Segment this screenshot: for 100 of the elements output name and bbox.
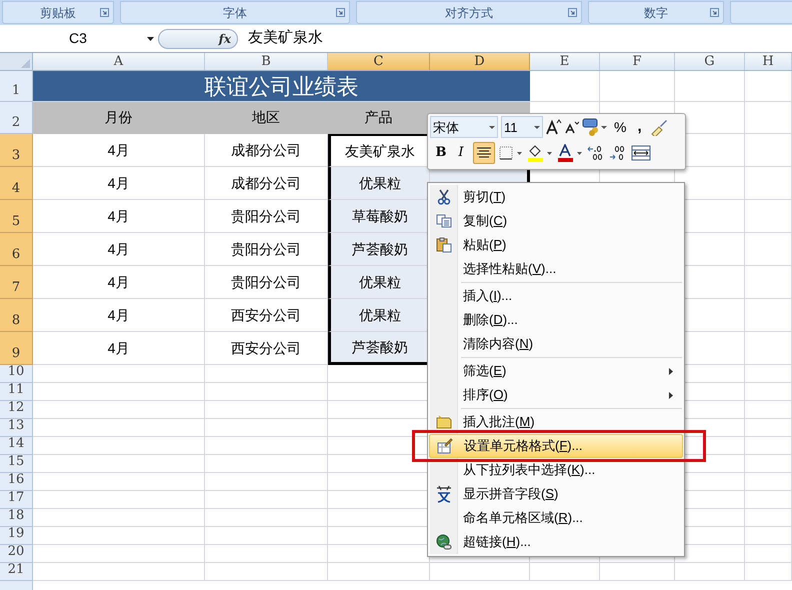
column-header[interactable]: H	[745, 53, 792, 70]
row-header[interactable]: 8	[0, 299, 33, 332]
dialog-launcher-icon[interactable]	[710, 8, 719, 17]
merge-center-icon[interactable]	[631, 144, 651, 160]
borders-icon[interactable]	[499, 146, 523, 160]
column-header[interactable]: A	[33, 53, 205, 70]
row-header[interactable]: 6	[0, 233, 33, 266]
row-header[interactable]: 18	[0, 509, 33, 527]
dialog-launcher-icon[interactable]	[336, 8, 345, 17]
row-header[interactable]: 16	[0, 473, 33, 491]
italic-button[interactable]: I	[453, 142, 469, 162]
name-box[interactable]: C3	[0, 28, 156, 50]
decrease-decimal-icon[interactable]	[609, 144, 627, 160]
menu-item[interactable]: 清除内容(N)	[429, 332, 683, 356]
dropdown-arrow-icon[interactable]	[147, 36, 154, 40]
column-header[interactable]: G	[675, 53, 745, 70]
table-cell: 优果粒	[328, 299, 430, 332]
row-header[interactable]: 7	[0, 266, 33, 299]
font-size-dropdown[interactable]: 11	[501, 116, 543, 138]
table-cell: 优果粒	[328, 167, 430, 200]
table-cell: 西安分公司	[205, 332, 328, 365]
row-header[interactable]: 21	[0, 563, 33, 581]
menu-item[interactable]: 显示拼音字段(S)	[429, 482, 683, 506]
column-heading: 产品	[328, 102, 430, 134]
table-cell: 芦荟酸奶	[328, 332, 430, 365]
table-cell: 4月	[33, 134, 205, 167]
ribbon-group-label: 数字	[588, 1, 724, 24]
row-header[interactable]: 17	[0, 491, 33, 509]
fill-color-icon[interactable]	[527, 144, 553, 162]
menu-item[interactable]: 插入批注(M)	[429, 410, 683, 434]
row-header[interactable]: 1	[0, 71, 33, 102]
table-cell: 4月	[33, 332, 205, 365]
row-header[interactable]: 9	[0, 332, 33, 365]
row-header[interactable]: 12	[0, 401, 33, 419]
menu-item[interactable]: 排序(O)	[429, 383, 683, 407]
menu-item[interactable]: 筛选(E)	[429, 359, 683, 383]
column-header[interactable]: F	[600, 53, 675, 70]
row-header[interactable]: 10	[0, 365, 33, 383]
percent-style-button[interactable]: %	[611, 116, 630, 138]
row-header[interactable]: 14	[0, 437, 33, 455]
column-header[interactable]: D	[430, 53, 530, 70]
empty-cell	[675, 71, 745, 102]
table-cell: 草莓酸奶	[328, 200, 430, 233]
menu-item[interactable]: 命名单元格区域(R)...	[429, 506, 683, 530]
row-header[interactable]: 2	[0, 102, 33, 134]
title-cell: 联谊公司业绩表	[33, 71, 530, 102]
insert-function-button[interactable]: fx	[218, 30, 231, 48]
row-header[interactable]: 13	[0, 419, 33, 437]
menu-item[interactable]: 插入(I)...	[429, 284, 683, 308]
font-name-dropdown[interactable]: 宋体	[430, 116, 498, 138]
row-header[interactable]: 19	[0, 527, 33, 545]
row-header[interactable]: 5	[0, 200, 33, 233]
table-cell: 西安分公司	[205, 299, 328, 332]
menu-item[interactable]: 复制(C)	[429, 209, 683, 233]
empty-cell	[745, 71, 792, 102]
row-header[interactable]: 3	[0, 134, 33, 167]
table-cell: 优果粒	[328, 266, 430, 299]
row-header[interactable]: 11	[0, 383, 33, 401]
center-align-button[interactable]	[473, 142, 495, 164]
clipboard-icon	[436, 237, 452, 253]
shrink-font-icon[interactable]	[565, 120, 579, 134]
menu-item[interactable]: 从下拉列表中选择(K)...	[429, 458, 683, 482]
bold-button[interactable]: B	[433, 142, 449, 162]
menu-item[interactable]: 剪切(T)	[429, 185, 683, 209]
table-cell: 4月	[33, 167, 205, 200]
row-header[interactable]: 20	[0, 545, 33, 563]
note-icon	[436, 415, 452, 429]
dropdown-arrow-icon[interactable]	[534, 126, 540, 129]
format-cells-icon	[437, 438, 453, 454]
column-heading: 月份	[33, 102, 205, 134]
comma-style-button[interactable]: ,	[632, 116, 647, 138]
align-center-icon[interactable]	[477, 146, 491, 158]
table-cell: 4月	[33, 200, 205, 233]
formula-bar-handle[interactable]: fx	[158, 28, 238, 48]
grow-font-icon[interactable]	[546, 119, 562, 136]
dropdown-arrow-icon[interactable]	[489, 126, 495, 129]
table-cell: 4月	[33, 266, 205, 299]
table-cell: 成都分公司	[205, 134, 328, 167]
dialog-launcher-icon[interactable]	[100, 8, 109, 17]
font-color-icon[interactable]	[557, 144, 583, 162]
table-cell: 贵阳分公司	[205, 200, 328, 233]
row-header[interactable]: 15	[0, 455, 33, 473]
table-cell: 芦荟酸奶	[328, 233, 430, 266]
increase-decimal-icon[interactable]	[587, 144, 605, 160]
row-header[interactable]: 4	[0, 167, 33, 200]
table-cell: 贵阳分公司	[205, 233, 328, 266]
menu-item[interactable]: 粘贴(P)	[429, 233, 683, 257]
dialog-launcher-icon[interactable]	[568, 8, 577, 17]
menu-item[interactable]: 删除(D)...	[429, 308, 683, 332]
currency-icon[interactable]	[582, 118, 608, 136]
column-header[interactable]: E	[530, 53, 600, 70]
menu-item[interactable]: 选择性粘贴(V)...	[429, 257, 683, 281]
menu-item[interactable]: 设置单元格格式(F)...	[429, 434, 683, 458]
ribbon-group-label: 剪贴板	[2, 1, 114, 24]
format-painter-icon[interactable]	[650, 118, 668, 136]
column-header[interactable]: B	[205, 53, 328, 70]
column-header[interactable]: C	[328, 53, 430, 70]
menu-item[interactable]: 超链接(H)...	[429, 530, 683, 554]
globe-link-icon	[436, 534, 452, 550]
copy-icon	[436, 214, 452, 228]
